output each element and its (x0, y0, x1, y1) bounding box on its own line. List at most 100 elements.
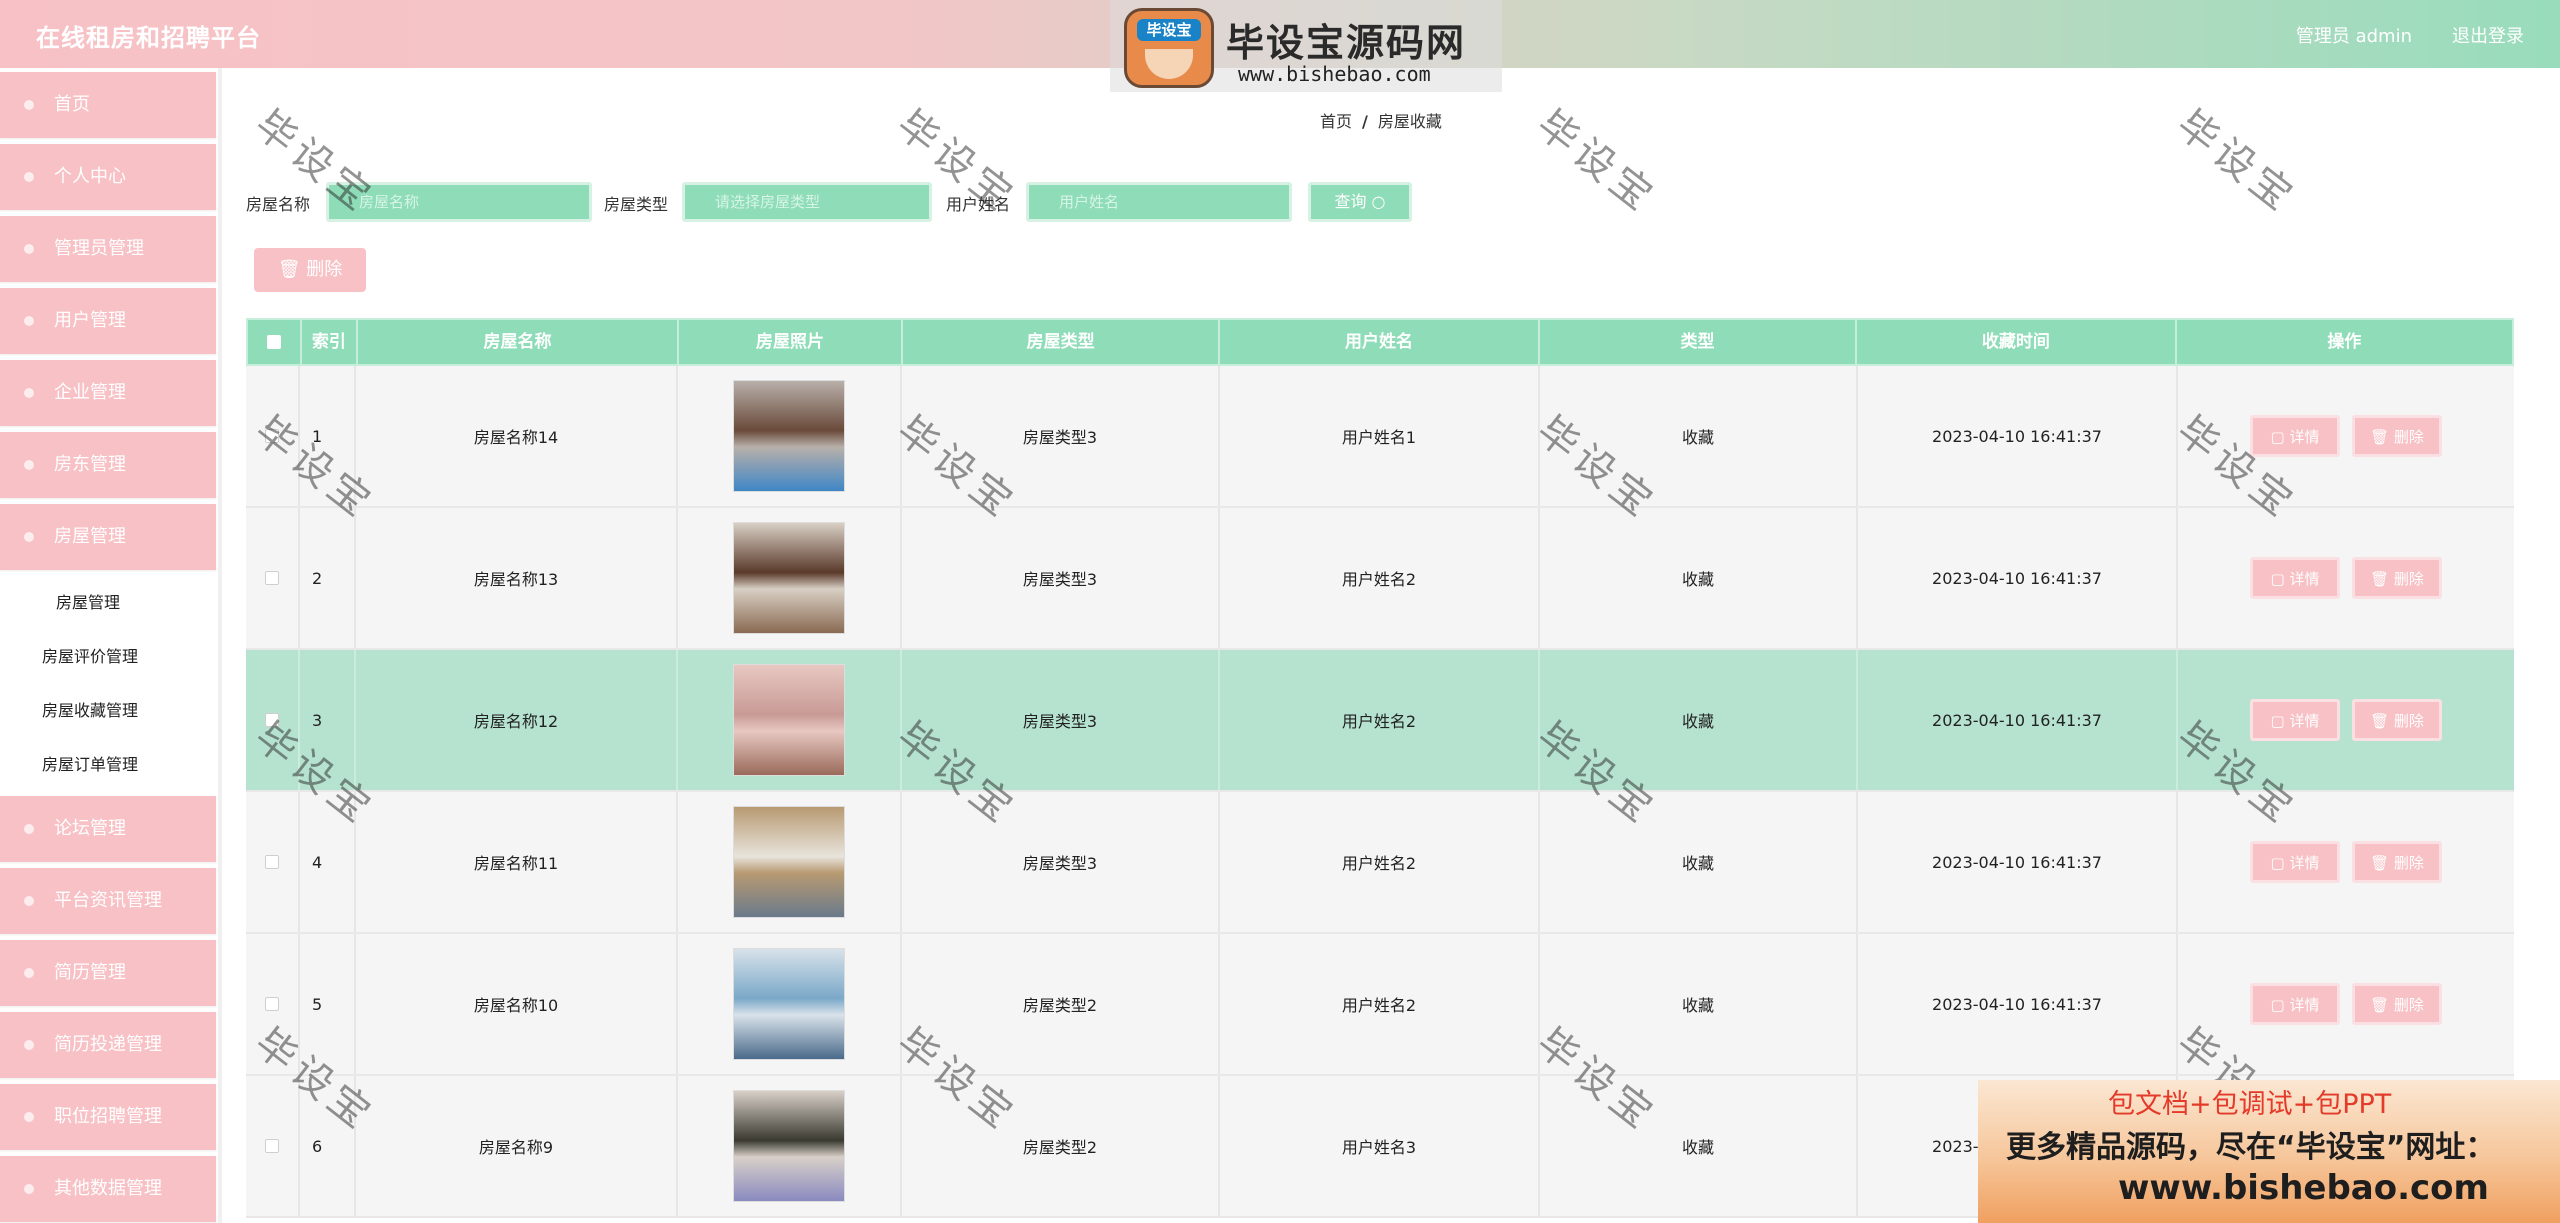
detail-button[interactable]: ▢ 详情 (2250, 415, 2340, 457)
row-photo-cell (678, 792, 902, 932)
row-index: 1 (300, 366, 356, 506)
table-row: 4 房屋名称11 房屋类型3 用户姓名2 收藏 2023-04-10 16:41… (246, 792, 2514, 934)
sidebar-item-label: 房屋管理 (54, 526, 126, 547)
sidebar-subitem-house-favorite[interactable]: 房屋收藏管理 (0, 684, 218, 738)
batch-delete-button[interactable]: 🗑 删除 (254, 248, 366, 292)
breadcrumb-home[interactable]: 首页 (1320, 112, 1352, 131)
sidebar-item-news-management[interactable]: 平台资讯管理 (0, 868, 216, 934)
header-ops: 操作 (2327, 332, 2362, 352)
sidebar-item-label: 管理员管理 (54, 238, 144, 259)
table-row: 3 房屋名称12 房屋类型3 用户姓名2 收藏 2023-04-10 16:41… (246, 650, 2514, 792)
row-delete-button[interactable]: 🗑 删除 (2352, 983, 2442, 1025)
sidebar-item-label: 论坛管理 (54, 818, 126, 839)
sidebar-item-label: 用户管理 (54, 310, 126, 331)
admin-label: 管理员 admin (2295, 26, 2412, 47)
row-kind: 收藏 (1540, 366, 1858, 506)
sidebar-item-label: 平台资讯管理 (54, 890, 162, 911)
row-select[interactable] (246, 366, 300, 506)
sidebar-item-landlord-management[interactable]: 房东管理 (0, 432, 216, 498)
row-house-name: 房屋名称9 (356, 1076, 678, 1216)
row-delete-button[interactable]: 🗑 删除 (2352, 415, 2442, 457)
row-select[interactable] (246, 1076, 300, 1216)
header-type: 房屋类型 (903, 320, 1221, 364)
row-delete-button[interactable]: 🗑 删除 (2352, 699, 2442, 741)
row-checkbox[interactable] (265, 1139, 279, 1153)
row-photo-cell (678, 650, 902, 790)
sidebar-item-job-management[interactable]: 职位招聘管理 (0, 1084, 216, 1150)
row-checkbox[interactable] (265, 713, 279, 727)
row-house-name: 房屋名称13 (356, 508, 678, 648)
sidebar-subitem-house-review[interactable]: 房屋评价管理 (0, 630, 218, 684)
detail-button[interactable]: ▢ 详情 (2250, 699, 2340, 741)
sidebar: 首页 个人中心 管理员管理 用户管理 企业管理 房东管理 房屋管理 房屋管理 房… (0, 68, 222, 1223)
row-delete-button[interactable]: 🗑 删除 (2352, 841, 2442, 883)
row-select[interactable] (246, 792, 300, 932)
detail-button[interactable]: ▢ 详情 (2250, 557, 2340, 599)
house-type-label: 房屋类型 (604, 195, 669, 214)
row-checkbox[interactable] (265, 429, 279, 443)
row-checkbox[interactable] (265, 855, 279, 869)
row-delete-button[interactable]: 🗑 删除 (2352, 557, 2442, 599)
main-content: 首页 / 房屋收藏 房屋名称 房屋类型 用户姓名 查询 ○ 🗑 删除 索引 房屋名称… (226, 68, 2560, 1223)
row-house-name: 房屋名称14 (356, 366, 678, 506)
header-select-all[interactable] (248, 320, 302, 364)
sidebar-item-personal-center[interactable]: 个人中心 (0, 144, 216, 210)
select-all-checkbox[interactable] (266, 335, 281, 349)
logout-link[interactable]: 退出登录 (2452, 22, 2524, 48)
row-photo-cell (678, 934, 902, 1074)
sidebar-item-home[interactable]: 首页 (0, 72, 216, 138)
sidebar-item-other-data-management[interactable]: 其他数据管理 (0, 1156, 216, 1222)
house-type-select[interactable] (682, 182, 932, 222)
row-user-name: 用户姓名2 (1220, 650, 1540, 790)
user-name-input[interactable] (1026, 182, 1292, 222)
sidebar-item-label: 首页 (54, 94, 90, 115)
row-select[interactable] (246, 650, 300, 790)
dot-icon (24, 1112, 34, 1122)
header-kind: 类型 (1540, 320, 1858, 364)
header-user: 用户姓名 (1220, 320, 1540, 364)
breadcrumb-separator: / (1362, 112, 1368, 131)
table-row: 2 房屋名称13 房屋类型3 用户姓名2 收藏 2023-04-10 16:41… (246, 508, 2514, 650)
house-name-input[interactable] (326, 182, 592, 222)
row-user-name: 用户姓名2 (1220, 508, 1540, 648)
sidebar-item-label: 个人中心 (54, 166, 126, 187)
dot-icon (24, 244, 34, 254)
row-user-name: 用户姓名2 (1220, 792, 1540, 932)
dot-icon (24, 1040, 34, 1050)
dot-icon (24, 172, 34, 182)
row-checkbox[interactable] (265, 997, 279, 1011)
watermark-brand: 毕设宝源码网 (1226, 21, 1467, 65)
query-button[interactable]: 查询 ○ (1308, 182, 1412, 222)
sidebar-item-label: 简历投递管理 (54, 1034, 162, 1055)
sidebar-item-house-management[interactable]: 房屋管理 (0, 504, 216, 570)
table-row: 5 房屋名称10 房屋类型2 用户姓名2 收藏 2023-04-10 16:41… (246, 934, 2514, 1076)
house-name-label: 房屋名称 (246, 195, 311, 214)
row-kind: 收藏 (1540, 650, 1858, 790)
sidebar-item-resume-management[interactable]: 简历管理 (0, 940, 216, 1006)
dot-icon (24, 968, 34, 978)
row-checkbox[interactable] (265, 571, 279, 585)
promo-banner[interactable]: 包文档+包调试+包PPT 更多精品源码，尽在“毕设宝”网址： www.bishe… (1978, 1080, 2560, 1223)
row-index: 2 (300, 508, 356, 648)
sidebar-item-label: 房东管理 (54, 454, 126, 475)
sidebar-item-forum-management[interactable]: 论坛管理 (0, 796, 216, 862)
row-time: 2023-04-10 16:41:37 (1858, 934, 2178, 1074)
row-select[interactable] (246, 934, 300, 1074)
sidebar-item-admin-management[interactable]: 管理员管理 (0, 216, 216, 282)
sidebar-item-user-management[interactable]: 用户管理 (0, 288, 216, 354)
row-house-type: 房屋类型3 (902, 366, 1220, 506)
house-photo (733, 380, 845, 492)
sidebar-subitem-house-order[interactable]: 房屋订单管理 (0, 738, 218, 792)
breadcrumb: 首页 / 房屋收藏 (1320, 108, 1442, 132)
row-kind: 收藏 (1540, 934, 1858, 1074)
row-select[interactable] (246, 508, 300, 648)
sidebar-item-resume-delivery-management[interactable]: 简历投递管理 (0, 1012, 216, 1078)
house-photo (733, 522, 845, 634)
row-ops: ▢ 详情 🗑 删除 (2178, 508, 2514, 648)
sidebar-item-company-management[interactable]: 企业管理 (0, 360, 216, 426)
header-name: 房屋名称 (358, 320, 680, 364)
row-ops: ▢ 详情 🗑 删除 (2178, 792, 2514, 932)
detail-button[interactable]: ▢ 详情 (2250, 841, 2340, 883)
sidebar-subitem-house[interactable]: 房屋管理 (0, 576, 218, 630)
detail-button[interactable]: ▢ 详情 (2250, 983, 2340, 1025)
